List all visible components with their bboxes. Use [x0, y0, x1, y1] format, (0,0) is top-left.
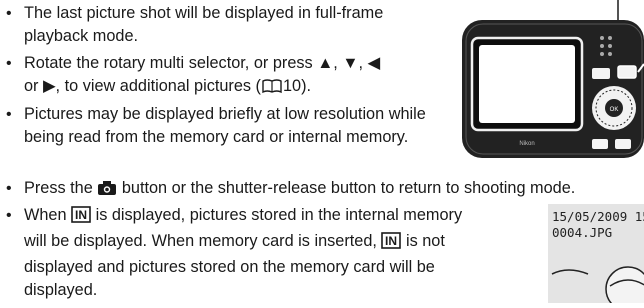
bullet-text: Rotate the rotary multi selector, or pre…	[24, 54, 318, 72]
svg-text:IN: IN	[75, 208, 87, 222]
bullet-text: The last picture shot will be displayed …	[24, 4, 384, 45]
book-icon	[261, 78, 283, 101]
page-reference: 10	[282, 77, 302, 95]
svg-text:IN: IN	[385, 234, 397, 248]
internal-memory-icon: IN	[71, 206, 91, 230]
bullet-item: Press the button or the shutter-release …	[0, 177, 644, 203]
camera-back-illustration: Nikon OK	[452, 0, 644, 170]
internal-memory-icon: IN	[381, 232, 402, 256]
arrow-right: ▶	[43, 77, 56, 95]
bullet-text: Pictures may be displayed briefly at low…	[24, 105, 426, 146]
bullet-item: Rotate the rotary multi selector, or pre…	[0, 52, 450, 101]
arrow-keys: ▲, ▼, ◀	[317, 54, 381, 72]
svg-text:OK: OK	[610, 107, 619, 113]
svg-text:Nikon: Nikon	[519, 141, 534, 147]
lcd-timestamp: 15/05/2009 15:3	[552, 209, 644, 224]
lcd-preview-illustration: 15/05/2009 15:3 0004.JPG	[548, 204, 644, 308]
lcd-filename: 0004.JPG	[552, 225, 612, 240]
bullet-item: Pictures may be displayed briefly at low…	[0, 103, 440, 149]
camera-icon	[97, 180, 117, 203]
bullet-item: The last picture shot will be displayed …	[0, 2, 450, 48]
bullet-item: When IN is displayed, pictures stored in…	[0, 204, 540, 302]
